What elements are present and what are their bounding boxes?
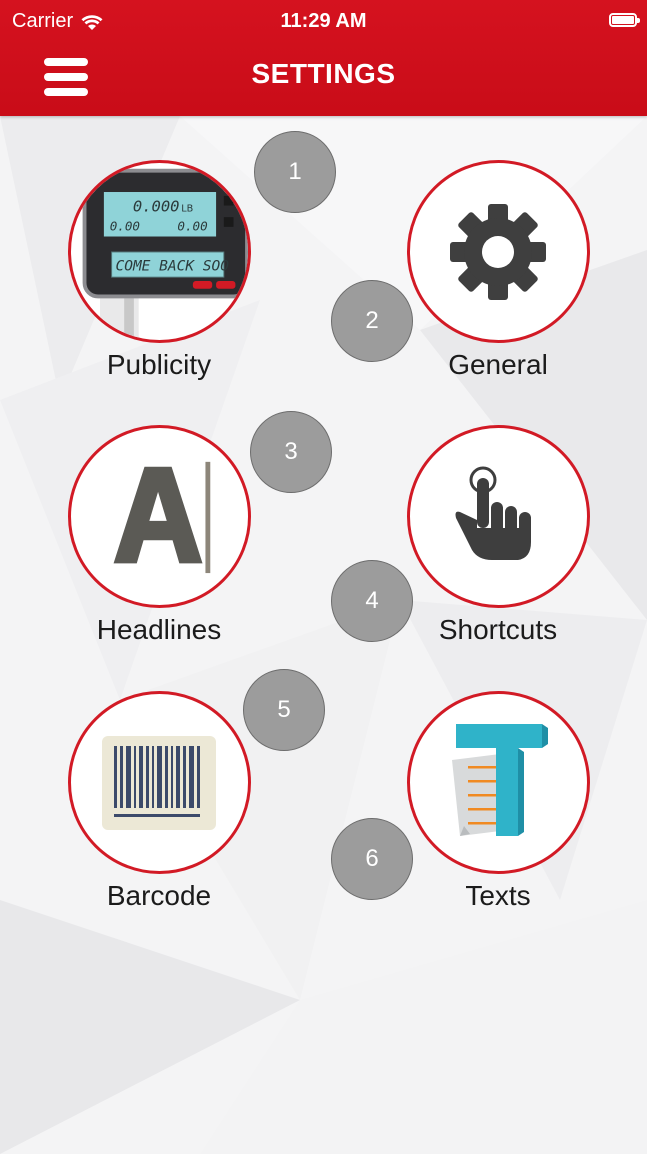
step-badge-2: 2 — [331, 280, 413, 362]
status-bar: Carrier 11:29 AM — [0, 0, 647, 44]
general-label: General — [448, 349, 548, 380]
general-tile[interactable]: General — [403, 160, 593, 381]
gear-icon — [450, 203, 546, 300]
headlines-label: Headlines — [96, 614, 222, 645]
scale-unit: LB — [181, 203, 193, 214]
step-badge-3: 3 — [250, 411, 332, 493]
barcode-label: Barcode — [106, 880, 212, 911]
publicity-tile[interactable]: 0.000 LB 0.00 0.00 COME BACK SOO Publici… — [64, 160, 254, 381]
scale-value-b: 0.00 — [177, 219, 207, 234]
page-title: SETTINGS — [251, 58, 396, 89]
scale-weight: 0.000 — [132, 197, 179, 215]
step-badge-4: 4 — [331, 560, 413, 642]
texts-tile[interactable]: Texts — [403, 691, 593, 912]
scale-value-a: 0.00 — [109, 219, 139, 234]
pointing-hand-icon — [455, 466, 531, 560]
text-document-icon — [452, 723, 548, 836]
status-time: 11:29 AM — [280, 10, 367, 32]
step-badge-1: 1 — [254, 131, 336, 213]
navigation-bar: Carrier 11:29 AM SETTINGS — [0, 0, 647, 116]
barcode-icon — [102, 735, 216, 830]
shortcuts-label: Shortcuts — [438, 614, 558, 645]
texts-label: Texts — [465, 880, 531, 911]
barcode-tile[interactable]: Barcode — [64, 691, 254, 912]
headlines-tile[interactable]: Headlines — [64, 425, 254, 646]
shortcuts-tile[interactable]: Shortcuts — [403, 425, 593, 646]
publicity-label: Publicity — [106, 349, 212, 380]
letter-a-icon — [113, 461, 210, 574]
step-badge-6: 6 — [331, 818, 413, 900]
scale-display-icon: 0.000 LB 0.00 0.00 COME BACK SOO — [67, 160, 251, 343]
scale-message: COME BACK SOO — [115, 258, 229, 274]
step-badge-5: 5 — [243, 669, 325, 751]
battery-icon — [609, 13, 640, 27]
